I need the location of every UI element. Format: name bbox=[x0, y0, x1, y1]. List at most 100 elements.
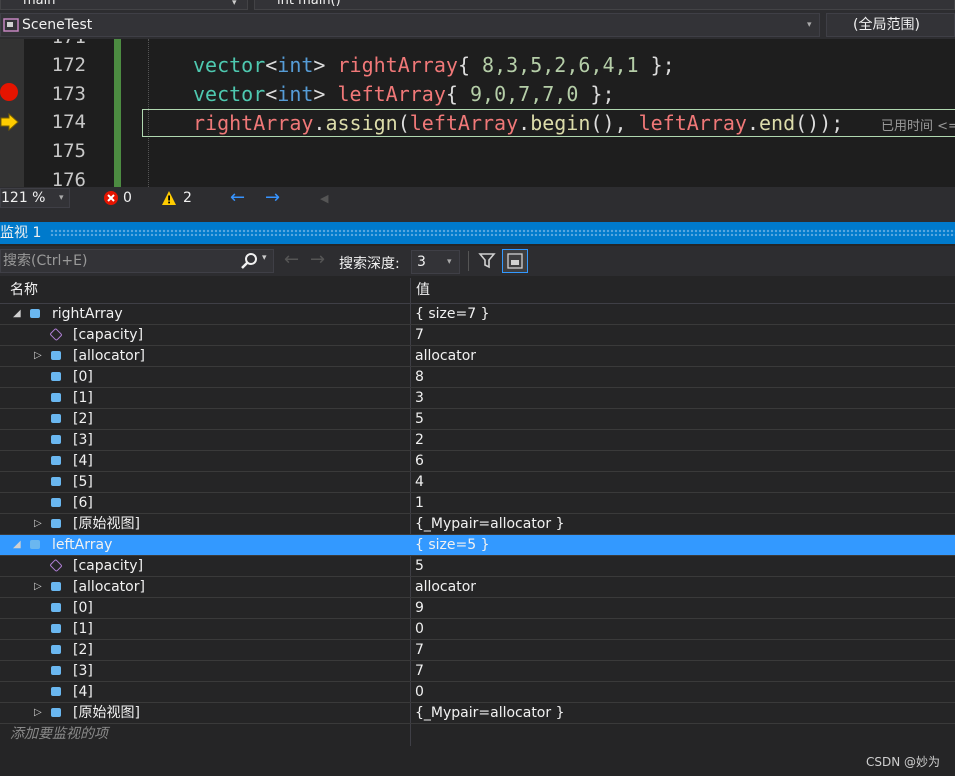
watch-row[interactable]: ▷ [allocator] allocator bbox=[0, 346, 955, 367]
project-navigation-bar: SceneTest ▾ (全局范围) bbox=[0, 12, 955, 39]
expand-icon[interactable]: ▷ bbox=[34, 703, 42, 723]
watch-row-value[interactable]: 0 bbox=[415, 682, 424, 702]
search-depth-combo[interactable]: 3 ▾ bbox=[411, 250, 460, 274]
watch-row-value[interactable]: 9 bbox=[415, 598, 424, 618]
watch-row[interactable]: [3] 7 bbox=[0, 661, 955, 682]
watch-row-value[interactable]: 0 bbox=[415, 619, 424, 639]
code-line-173[interactable]: vector<int> leftArray{ 9,0,7,7,0 }; bbox=[193, 82, 614, 106]
collapse-icon[interactable]: ◢ bbox=[13, 535, 21, 555]
watch-row-value[interactable]: allocator bbox=[415, 577, 476, 597]
hex-display-toggle[interactable] bbox=[502, 249, 528, 273]
watch-row[interactable]: [4] 6 bbox=[0, 451, 955, 472]
watch-row[interactable]: [4] 0 bbox=[0, 682, 955, 703]
scope-combo[interactable]: (全局范围) bbox=[826, 13, 955, 37]
watch-row[interactable]: [2] 7 bbox=[0, 640, 955, 661]
watch-row[interactable]: [3] 2 bbox=[0, 430, 955, 451]
zoom-combo[interactable]: 121 % ▾ bbox=[0, 188, 70, 208]
function-combo-left[interactable]: main bbox=[0, 0, 248, 10]
code-line-172[interactable]: vector<int> rightArray{ 8,3,5,2,6,4,1 }; bbox=[193, 53, 675, 77]
indicator-margin[interactable] bbox=[0, 39, 24, 187]
add-watch-input[interactable]: 添加要监视的项 bbox=[0, 723, 420, 745]
watch-row-name: rightArray bbox=[52, 306, 123, 322]
watch-row-value[interactable]: 3 bbox=[415, 388, 424, 408]
footer: CSDN @妙为 bbox=[0, 746, 955, 776]
perf-tip-elapsed-time[interactable]: 已用时间 <= bbox=[881, 115, 955, 134]
chevron-down-icon[interactable]: ▾ bbox=[59, 189, 64, 207]
watch-rows: ◢ rightArray { size=7 } [capacity] 7 ▷ [alloca… bbox=[0, 304, 955, 724]
search-previous-icon[interactable]: ← bbox=[284, 249, 299, 270]
watch-row[interactable]: ▷ [原始视图] {_Mypair=allocator } bbox=[0, 703, 955, 724]
watch-row[interactable]: [2] 5 bbox=[0, 409, 955, 430]
search-icon[interactable] bbox=[240, 252, 258, 270]
zoom-value: 121 % bbox=[1, 190, 46, 206]
watch-row-value[interactable]: allocator bbox=[415, 346, 476, 366]
watch-row-value[interactable]: 4 bbox=[415, 472, 424, 492]
function-combo-right[interactable]: int main() bbox=[254, 0, 955, 10]
expand-icon[interactable]: ▷ bbox=[34, 514, 42, 534]
watch-row[interactable]: [1] 3 bbox=[0, 388, 955, 409]
chevron-down-icon[interactable]: ▾ bbox=[807, 14, 812, 36]
search-placeholder: 搜索(Ctrl+E) bbox=[3, 253, 88, 269]
navigate-back-icon[interactable]: ← bbox=[230, 186, 245, 209]
object-icon bbox=[51, 624, 61, 633]
splitter[interactable] bbox=[0, 210, 955, 222]
watch-row[interactable]: ▷ [原始视图] {_Mypair=allocator } bbox=[0, 514, 955, 535]
expand-icon[interactable]: ▷ bbox=[34, 577, 42, 597]
watch-row-value[interactable]: 7 bbox=[415, 325, 424, 345]
watch-row-value[interactable]: 1 bbox=[415, 493, 424, 513]
error-icon[interactable] bbox=[103, 190, 119, 206]
project-combo[interactable]: SceneTest ▾ bbox=[0, 13, 820, 37]
watch-row-value[interactable]: { size=7 } bbox=[415, 304, 490, 324]
warning-icon[interactable] bbox=[161, 190, 177, 206]
watch-grid[interactable]: 名称 值 ◢ rightArray { size=7 } [capacity] 7 ▷ [a… bbox=[0, 278, 955, 746]
watch-window-title-bar[interactable]: 监视 1 bbox=[0, 222, 955, 244]
expand-icon[interactable]: ▷ bbox=[34, 346, 42, 366]
watch-row-name: [allocator] bbox=[73, 579, 145, 595]
watch-row-value[interactable]: 5 bbox=[415, 556, 424, 576]
watch-row[interactable]: [5] 4 bbox=[0, 472, 955, 493]
watch-row[interactable]: [0] 9 bbox=[0, 598, 955, 619]
watch-row[interactable]: [capacity] 7 bbox=[0, 325, 955, 346]
line-number: 176 bbox=[51, 169, 86, 187]
watch-row-value[interactable]: {_Mypair=allocator } bbox=[415, 514, 564, 534]
watch-row-name: [2] bbox=[73, 642, 93, 658]
column-header-name[interactable]: 名称 bbox=[10, 278, 38, 303]
watch-row-value[interactable]: {_Mypair=allocator } bbox=[415, 703, 564, 723]
object-icon bbox=[51, 645, 61, 654]
search-input[interactable]: 搜索(Ctrl+E) bbox=[0, 249, 274, 273]
watch-row[interactable]: ◢ rightArray { size=7 } bbox=[0, 304, 955, 325]
hex-display-icon bbox=[507, 253, 523, 269]
navigate-forward-icon[interactable]: → bbox=[265, 186, 280, 209]
scroll-left-icon[interactable]: ◀ bbox=[320, 187, 328, 210]
watch-row[interactable]: [capacity] 5 bbox=[0, 556, 955, 577]
collapse-icon[interactable]: ◢ bbox=[13, 304, 21, 324]
breakpoint-icon[interactable] bbox=[0, 83, 18, 101]
watch-row-value[interactable]: 2 bbox=[415, 430, 424, 450]
watch-row[interactable]: ▷ [allocator] allocator bbox=[0, 577, 955, 598]
watch-row-value[interactable]: 7 bbox=[415, 661, 424, 681]
chevron-down-icon[interactable]: ▾ bbox=[262, 253, 267, 263]
chevron-down-icon[interactable]: ▾ bbox=[232, 0, 237, 8]
object-icon bbox=[51, 498, 61, 507]
watch-row-name: [原始视图] bbox=[73, 516, 140, 532]
watch-row-value[interactable]: 6 bbox=[415, 451, 424, 471]
chevron-down-icon[interactable]: ▾ bbox=[447, 251, 452, 273]
watch-row[interactable]: [1] 0 bbox=[0, 619, 955, 640]
watch-row-value[interactable]: 7 bbox=[415, 640, 424, 660]
watch-row[interactable]: [6] 1 bbox=[0, 493, 955, 514]
search-depth-label: 搜索深度: bbox=[339, 256, 400, 272]
error-count[interactable]: 0 bbox=[123, 187, 132, 210]
watch-row-value[interactable]: 8 bbox=[415, 367, 424, 387]
object-icon bbox=[30, 540, 40, 549]
watch-row-value[interactable]: 5 bbox=[415, 409, 424, 429]
grid-header: 名称 值 bbox=[0, 278, 955, 304]
watch-row[interactable]: [0] 8 bbox=[0, 367, 955, 388]
warning-count[interactable]: 2 bbox=[183, 187, 192, 210]
code-line-174[interactable]: rightArray.assign(leftArray.begin(), lef… bbox=[193, 111, 843, 135]
watch-row[interactable]: ◢ leftArray { size=5 } bbox=[0, 535, 955, 556]
pin-filter-icon[interactable] bbox=[478, 252, 496, 270]
column-header-value[interactable]: 值 bbox=[416, 278, 430, 303]
search-next-icon[interactable]: → bbox=[310, 249, 325, 270]
watch-row-value[interactable]: { size=5 } bbox=[415, 535, 490, 555]
code-editor[interactable]: 171 172 173 174 175 176 vector<int> righ… bbox=[0, 39, 955, 187]
